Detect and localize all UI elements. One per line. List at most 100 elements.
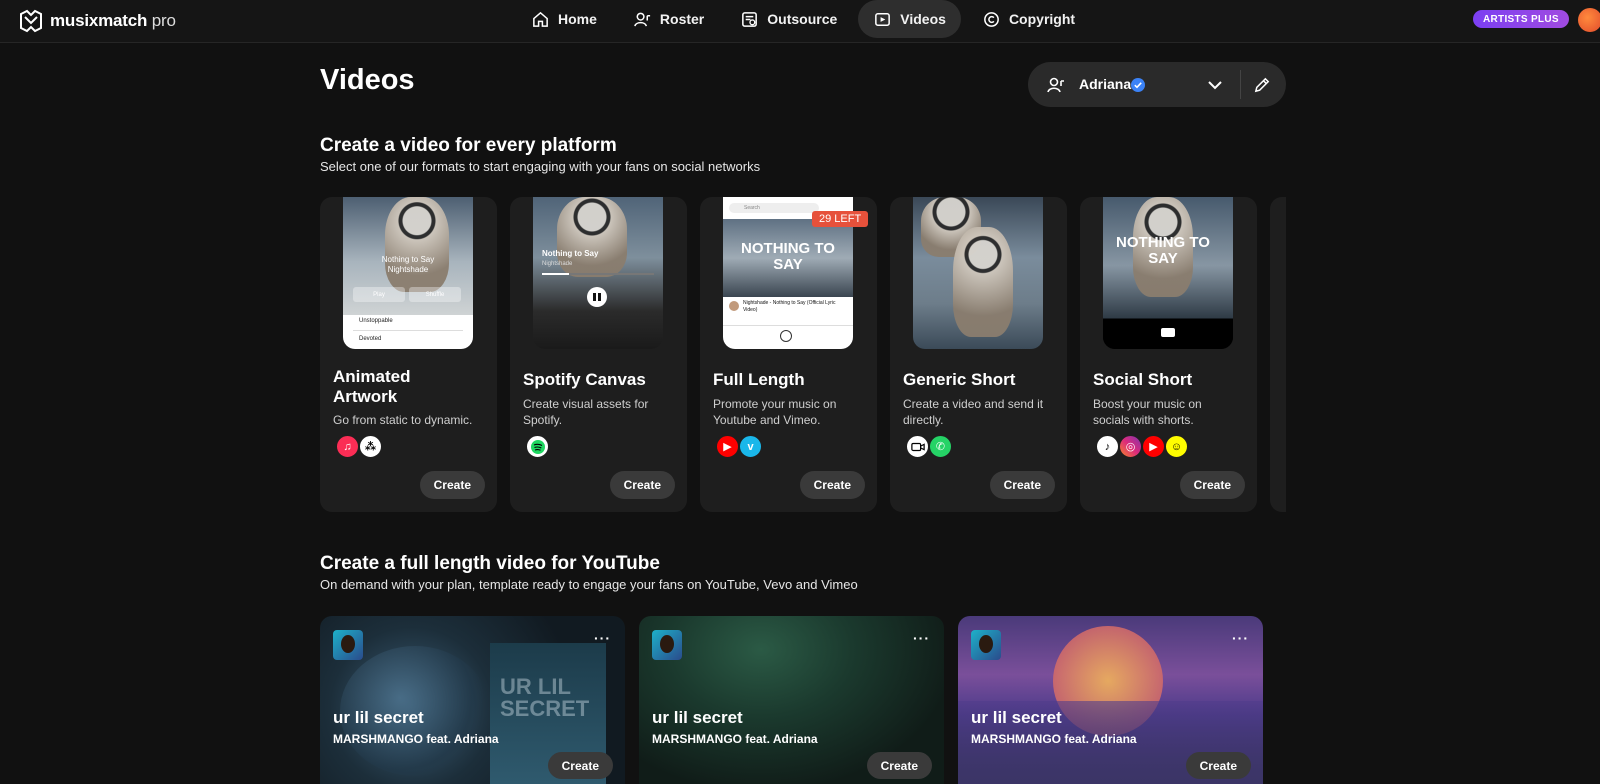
artist-selector[interactable]: Adriana [1028, 62, 1286, 107]
nav-home[interactable]: Home [516, 0, 612, 38]
person-icon [1047, 77, 1064, 93]
section-title-youtube: Create a full length video for YouTube [320, 553, 660, 574]
thumb-artist: Nightshade [542, 261, 573, 267]
page-title: Videos [320, 64, 415, 96]
whatsapp-icon: ✆ [928, 434, 953, 459]
user-avatar[interactable] [1578, 8, 1600, 32]
youtube-icon: ▶ [715, 434, 740, 459]
create-button[interactable]: Create [547, 752, 613, 779]
copyright-icon [984, 11, 999, 27]
nav-copyright-label: Copyright [1008, 11, 1076, 27]
create-button[interactable]: Create [989, 471, 1055, 499]
artist-avatar [333, 630, 363, 660]
card-description: Create a video and send it directly. [903, 397, 1044, 427]
thumb-big-title: NOTHING TO SAY [741, 240, 835, 273]
template-title: ur lil secret [652, 708, 743, 727]
remaining-badge: 29 LEFT [812, 211, 869, 227]
thumb-search: Search [729, 203, 819, 213]
nav-home-label: Home [558, 11, 597, 27]
card-title: Generic Short [903, 370, 1016, 389]
instagram-icon: ◎ [1118, 434, 1143, 459]
youtube-template-card[interactable]: ··· ur lil secret MARSHMANGO feat. Adria… [639, 616, 944, 784]
thumb-track-1: Unstoppable [359, 318, 393, 324]
video-call-icon [905, 434, 930, 459]
thumb-track-2: Devoted [359, 336, 382, 342]
nav-roster[interactable]: Roster [618, 0, 719, 38]
template-artist: MARSHMANGO feat. Adriana [333, 732, 499, 746]
format-card-full-length[interactable]: Search NOTHING TO SAY Nightshade - Nothi… [700, 197, 877, 512]
template-artist: MARSHMANGO feat. Adriana [652, 732, 818, 746]
artist-name: Adriana [1079, 76, 1132, 92]
platform-icons: ♪ ◎ ▶ ☺ [1095, 434, 1189, 459]
spotify-icon [525, 434, 550, 459]
create-button[interactable]: Create [419, 471, 485, 499]
artist-avatar [652, 630, 682, 660]
outsource-icon [742, 11, 758, 27]
thumb-big-title: NOTHING TO SAY [1116, 234, 1210, 267]
apple-music-icon: ♫ [335, 434, 360, 459]
nav-copyright[interactable]: Copyright [967, 0, 1090, 38]
create-button[interactable]: Create [1179, 471, 1245, 499]
section-subtitle-youtube: On demand with your plan, template ready… [320, 577, 858, 592]
create-button[interactable]: Create [1185, 752, 1251, 779]
card-description: Boost your music on socials with shorts. [1093, 397, 1202, 427]
thumb-artist: Nightshade [387, 265, 429, 274]
create-button[interactable]: Create [866, 752, 932, 779]
nav-outsource-label: Outsource [767, 11, 838, 27]
edit-pencil-icon[interactable] [1253, 75, 1272, 94]
section-title-platforms: Create a video for every platform [320, 135, 617, 156]
card-title: Spotify Canvas [523, 370, 646, 389]
format-card-generic-short[interactable]: Generic Short Create a video and send it… [890, 197, 1067, 512]
musixmatch-logo-icon [20, 9, 42, 33]
format-card-partial[interactable] [1270, 197, 1286, 512]
section-subtitle-platforms: Select one of our formats to start engag… [320, 159, 761, 174]
create-button[interactable]: Create [609, 471, 675, 499]
brand-name: musixmatch pro [50, 11, 176, 30]
template-artist: MARSHMANGO feat. Adriana [971, 732, 1137, 746]
platform-icons: ✆ [905, 434, 953, 459]
top-navigation-bar: musixmatch pro Home Roster Outsource Vid… [0, 0, 1600, 43]
card-thumbnail [913, 197, 1043, 349]
nav-videos-label: Videos [900, 11, 946, 27]
thumb-shuffle-button: Shuffle [409, 287, 461, 302]
tiktok-icon: ♪ [1095, 434, 1120, 459]
card-thumbnail: Nothing to Say Nightshade [533, 197, 663, 349]
snapchat-icon: ☺ [1164, 434, 1189, 459]
format-card-animated-artwork[interactable]: Nothing to Say Nightshade Play Shuffle U… [320, 197, 497, 512]
thumb-song-title: Nothing to Say [381, 255, 435, 264]
nav-roster-label: Roster [659, 11, 705, 27]
selector-divider [1240, 70, 1241, 99]
card-title: Full Length [713, 370, 805, 389]
vimeo-icon: v [738, 434, 763, 459]
nav-videos[interactable]: Videos [858, 0, 961, 38]
main-nav: Home Roster Outsource Videos Copyright [516, 0, 1090, 38]
more-options-icon[interactable]: ··· [1232, 630, 1249, 646]
plan-badge[interactable]: ARTISTS PLUS [1473, 10, 1569, 28]
more-options-icon[interactable]: ··· [913, 630, 930, 646]
youtube-template-card[interactable]: ··· ur lil secret MARSHMANGO feat. Adria… [958, 616, 1263, 784]
card-thumbnail: NOTHING TO SAY [1103, 197, 1233, 349]
verified-badge-icon [1131, 78, 1145, 92]
format-card-social-short[interactable]: NOTHING TO SAY Social Short Boost your m… [1080, 197, 1257, 512]
format-card-spotify-canvas[interactable]: Nothing to Say Nightshade Spotify Canvas… [510, 197, 687, 512]
platform-icons: ▶ v [715, 434, 763, 459]
brand-logo[interactable]: musixmatch pro [18, 7, 176, 35]
platform-icons [525, 434, 550, 459]
card-title: Social Short [1093, 370, 1193, 389]
card-description: Promote your music on Youtube and Vimeo. [713, 397, 837, 427]
thumb-play-button: Play [353, 287, 405, 302]
card-description: Go from static to dynamic. [333, 413, 473, 427]
card-thumbnail: Nothing to Say Nightshade Play Shuffle U… [343, 197, 473, 349]
create-button[interactable]: Create [799, 471, 865, 499]
more-options-icon[interactable]: ··· [594, 630, 611, 646]
template-title: ur lil secret [333, 708, 424, 727]
card-title: Animated Artwork [333, 367, 411, 406]
roster-icon [634, 12, 651, 26]
nav-outsource[interactable]: Outsource [725, 0, 852, 38]
template-title: ur lil secret [971, 708, 1062, 727]
chevron-down-icon[interactable] [1206, 76, 1224, 94]
youtube-icon: ▶ [1141, 434, 1166, 459]
home-icon [533, 11, 548, 27]
youtube-template-card[interactable]: UR LIL SECRET ··· ur lil secret MARSHMANG… [320, 616, 625, 784]
thumb-song-title: Nothing to Say [542, 249, 599, 258]
